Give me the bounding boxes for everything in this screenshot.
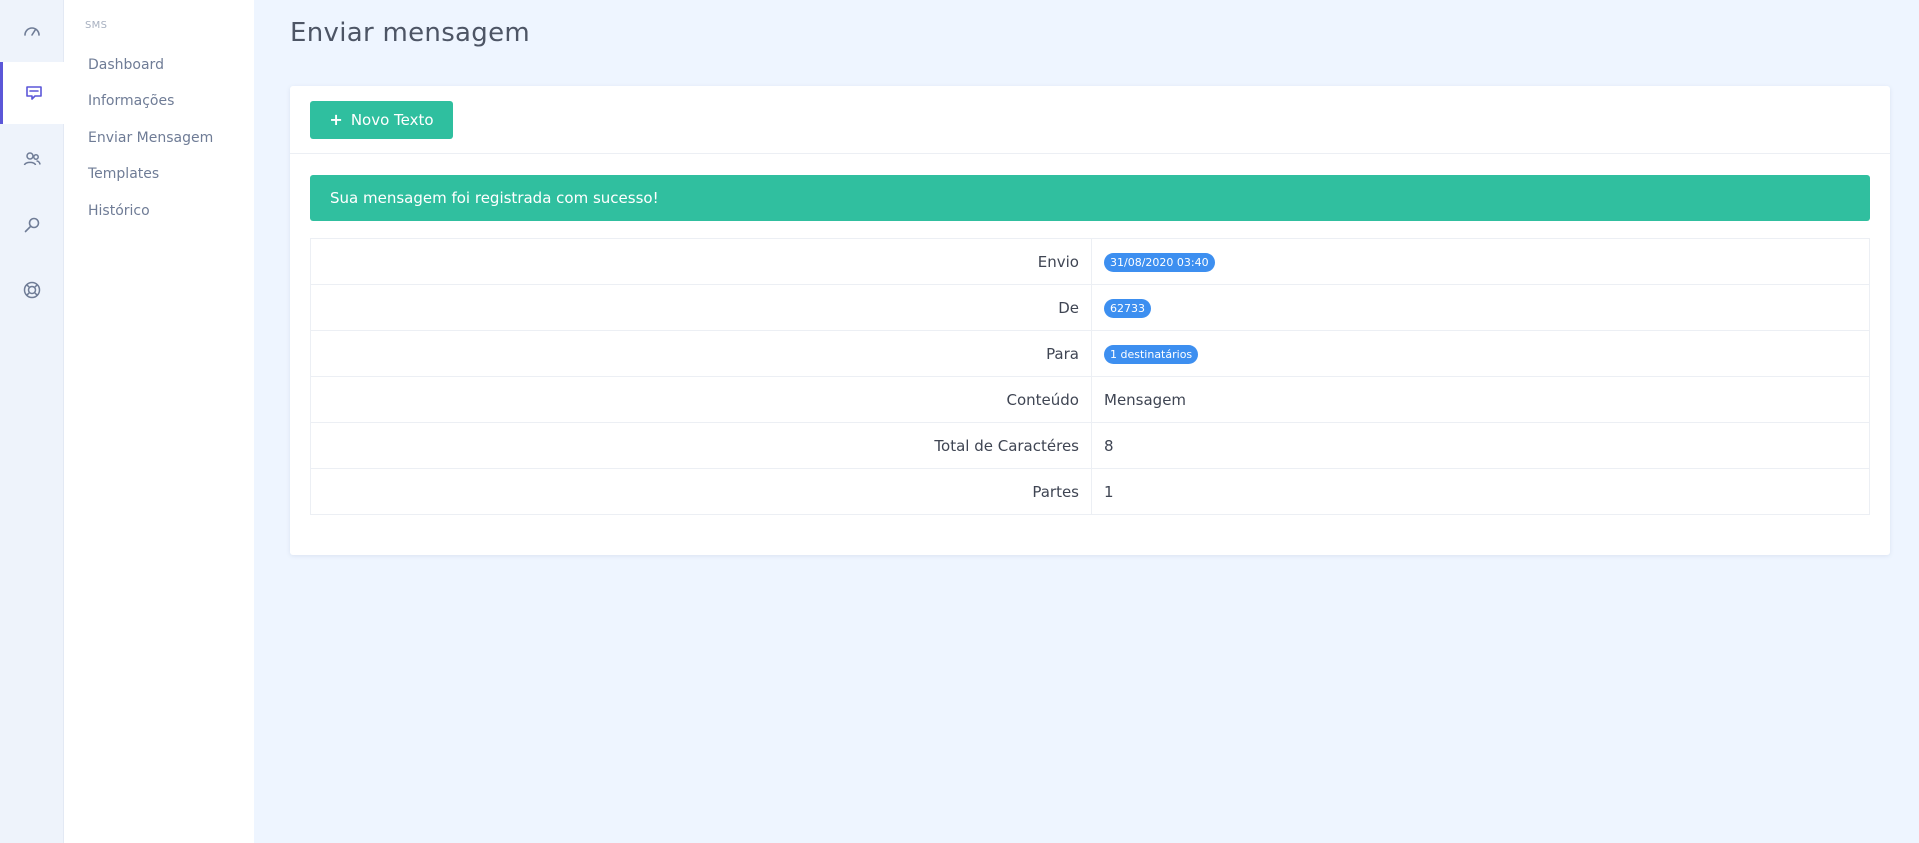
row-label-envio: Envio [310, 238, 1092, 285]
card-toolbar: + Novo Texto [290, 86, 1890, 154]
page-title: Enviar mensagem [290, 18, 531, 48]
row-label-para: Para [310, 330, 1092, 377]
row-label-partes: Partes [310, 468, 1092, 515]
speedometer-icon [24, 27, 40, 36]
rail-item-dashboard[interactable] [0, 0, 64, 62]
rail-item-contacts[interactable] [0, 128, 64, 190]
rail-item-sms[interactable] [0, 62, 64, 124]
icon-rail [0, 0, 64, 843]
row-label-conteudo: Conteúdo [310, 376, 1092, 423]
rail-item-support[interactable] [0, 259, 64, 321]
recipients-badge: 1 destinatários [1104, 344, 1199, 364]
row-label-total-caracteres: Total de Caractéres [310, 422, 1092, 469]
submenu-item-historico[interactable]: Histórico [88, 203, 150, 219]
submenu-item-dashboard[interactable]: Dashboard [88, 57, 164, 73]
message-icon [25, 86, 42, 100]
sender-badge: 62733 [1104, 298, 1151, 318]
table-row: Conteúdo Mensagem [310, 376, 1870, 423]
row-label-de: De [310, 284, 1092, 331]
table-row: Total de Caractéres 8 [310, 422, 1870, 469]
parts-value: 1 [1091, 468, 1870, 515]
table-row: Partes 1 [310, 468, 1870, 515]
new-text-button-label: Novo Texto [350, 111, 434, 129]
table-row: De 62733 [310, 284, 1870, 331]
table-row: Envio 31/08/2020 03:40 [310, 238, 1870, 285]
new-text-button[interactable]: + Novo Texto [310, 101, 453, 139]
users-icon [23, 152, 41, 166]
table-row: Para 1 destinatários [310, 330, 1870, 377]
message-details-table: Envio 31/08/2020 03:40 De 62733 Para 1 d… [310, 238, 1870, 515]
plus-icon: + [329, 110, 343, 129]
sms-submenu: SMS Dashboard Informações Enviar Mensage… [64, 0, 254, 843]
rail-item-search[interactable] [0, 194, 64, 256]
content-value: Mensagem [1091, 376, 1870, 423]
character-count-value: 8 [1091, 422, 1870, 469]
submenu-item-enviar-mensagem[interactable]: Enviar Mensagem [88, 130, 213, 146]
message-card: + Novo Texto Sua mensagem foi registrada… [290, 86, 1890, 555]
send-date-badge: 31/08/2020 03:40 [1104, 252, 1215, 272]
success-alert-message: Sua mensagem foi registrada com sucesso! [330, 189, 659, 207]
success-alert: Sua mensagem foi registrada com sucesso! [310, 175, 1870, 221]
lifebuoy-icon [23, 281, 41, 299]
search-icon [24, 217, 40, 233]
submenu-item-templates[interactable]: Templates [88, 166, 159, 182]
submenu-header: SMS [85, 20, 108, 31]
submenu-item-informacoes[interactable]: Informações [88, 93, 174, 109]
